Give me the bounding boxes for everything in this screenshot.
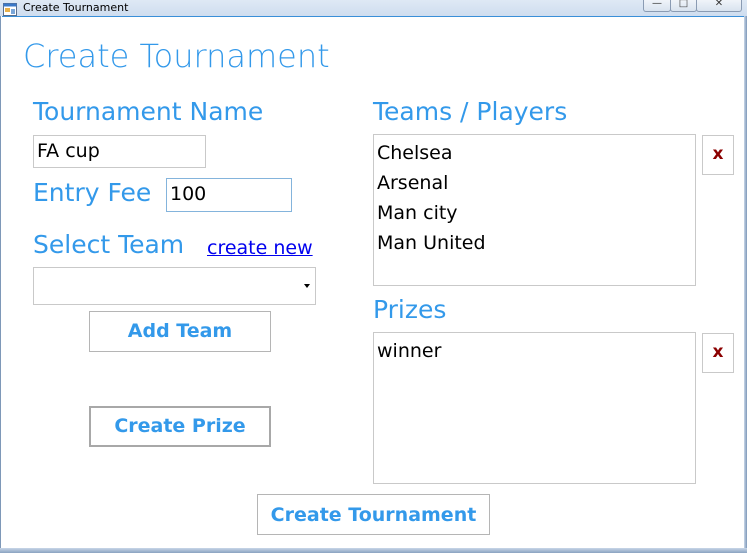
create-tournament-button[interactable]: Create Tournament — [257, 494, 490, 535]
prizes-label: Prizes — [373, 295, 447, 324]
close-button[interactable]: ✕ — [696, 0, 742, 12]
page-title: Create Tournament — [23, 37, 330, 75]
maximize-button[interactable]: □ — [670, 0, 697, 12]
tournament-name-label: Tournament Name — [33, 97, 264, 126]
create-prize-button[interactable]: Create Prize — [89, 406, 271, 447]
add-team-button[interactable]: Add Team — [89, 311, 271, 352]
teams-players-label: Teams / Players — [373, 97, 568, 126]
prize-list-item[interactable]: winner — [377, 336, 695, 366]
chevron-down-icon[interactable] — [304, 284, 310, 288]
team-list-item[interactable]: Chelsea — [377, 138, 695, 168]
entry-fee-label: Entry Fee — [33, 178, 152, 207]
tournament-name-input[interactable]: FA cup — [33, 135, 206, 168]
app-icon — [3, 1, 17, 16]
window-border-bottom — [0, 548, 747, 553]
prizes-listbox[interactable]: winner — [373, 332, 696, 484]
select-team-dropdown[interactable] — [33, 267, 316, 305]
window-title: Create Tournament — [23, 1, 129, 14]
window-border-top — [2, 16, 744, 17]
entry-fee-input[interactable]: 100 — [166, 178, 292, 212]
teams-listbox[interactable]: Chelsea Arsenal Man city Man United — [373, 134, 696, 286]
team-list-item[interactable]: Arsenal — [377, 168, 695, 198]
minimize-button[interactable]: — — [643, 0, 671, 12]
title-bar: Create Tournament — □ ✕ — [0, 0, 747, 16]
delete-prize-button[interactable]: x — [702, 333, 734, 373]
delete-team-button[interactable]: x — [702, 135, 734, 175]
select-team-label: Select Team — [33, 230, 185, 259]
team-list-item[interactable]: Man city — [377, 198, 695, 228]
window-border-left — [0, 16, 1, 553]
create-new-team-link[interactable]: create new — [207, 237, 313, 259]
team-list-item[interactable]: Man United — [377, 228, 695, 258]
